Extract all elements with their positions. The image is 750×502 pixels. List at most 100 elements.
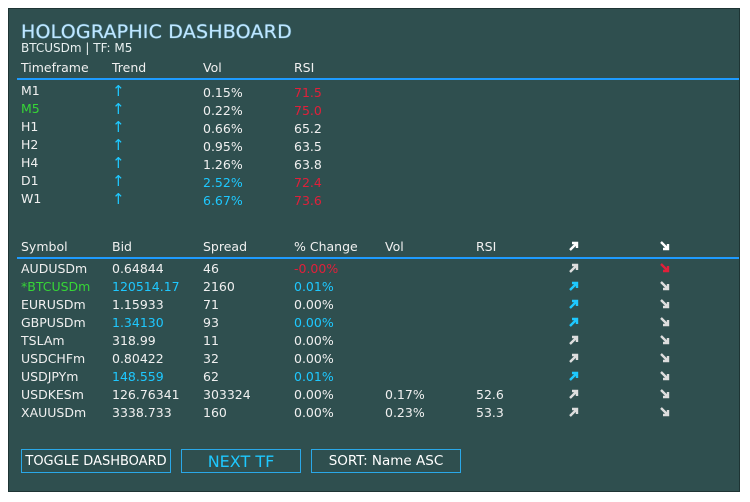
- tf-vol: 0.66%: [203, 121, 243, 136]
- symbol-name: USDCHFm: [21, 351, 86, 366]
- spread-value: 71: [203, 297, 219, 312]
- arrow-down-right-icon: [660, 389, 670, 399]
- arrow-up-right-icon: [569, 389, 579, 399]
- symbol-name: USDJPYm: [21, 369, 79, 384]
- toggle-dashboard-button[interactable]: TOGGLE DASHBOARD: [21, 449, 171, 473]
- next-tf-button[interactable]: NEXT TF: [181, 449, 301, 473]
- tf-rsi: 73.6: [294, 193, 322, 208]
- change-value: 0.00%: [294, 351, 334, 366]
- arrow-up-right-icon: [569, 241, 579, 251]
- tf-vol: 6.67%: [203, 193, 243, 208]
- header-trend: Trend: [112, 60, 147, 75]
- arrow-down-right-icon: [660, 281, 670, 291]
- trend-up-icon: ↑: [112, 100, 125, 118]
- trend-up-icon: ↑: [112, 190, 125, 208]
- header-timeframe: Timeframe: [21, 60, 89, 75]
- tf-vol: 2.52%: [203, 175, 243, 190]
- tf-label: H4: [21, 155, 39, 170]
- symbol-name: EURUSDm: [21, 297, 86, 312]
- arrow-down-right-icon: [660, 407, 670, 417]
- arrow-down-right-icon: [660, 335, 670, 345]
- arrow-up-right-icon: [569, 299, 579, 309]
- arrow-up-right-icon: [569, 281, 579, 291]
- spread-value: 93: [203, 315, 219, 330]
- change-value: 0.00%: [294, 315, 334, 330]
- bid-value: 126.76341: [112, 387, 180, 402]
- tf-rsi: 71.5: [294, 85, 322, 100]
- header-vol: Vol: [385, 239, 404, 254]
- header-rsi: RSI: [294, 60, 315, 75]
- spread-value: 160: [203, 405, 227, 420]
- change-value: 0.00%: [294, 387, 334, 402]
- symbol-name: USDKESm: [21, 387, 84, 402]
- tf-rsi: 65.2: [294, 121, 322, 136]
- tf-label: D1: [21, 173, 39, 188]
- header-rsi: RSI: [476, 239, 497, 254]
- dashboard-subtitle: BTCUSDm | TF: M5: [21, 41, 133, 55]
- spread-value: 2160: [203, 279, 235, 294]
- spread-value: 11: [203, 333, 219, 348]
- arrow-up-right-icon: [569, 317, 579, 327]
- dashboard-panel: HOLOGRAPHIC DASHBOARD BTCUSDm | TF: M5 T…: [8, 8, 740, 492]
- bid-value: 318.99: [112, 333, 156, 348]
- change-value: 0.01%: [294, 369, 334, 384]
- trend-up-icon: ↑: [112, 82, 125, 100]
- change-value: 0.01%: [294, 279, 334, 294]
- tf-label: W1: [21, 191, 42, 206]
- tf-label: M5: [21, 101, 40, 116]
- arrow-down-right-icon: [660, 371, 670, 381]
- trend-up-icon: ↑: [112, 136, 125, 154]
- spread-value: 303324: [203, 387, 251, 402]
- rsi-value: 53.3: [476, 405, 504, 420]
- change-value: -0.00%: [294, 261, 339, 276]
- tf-vol: 1.26%: [203, 157, 243, 172]
- symbol-name: GBPUSDm: [21, 315, 86, 330]
- arrow-down-right-icon: [660, 299, 670, 309]
- bid-value: 0.64844: [112, 261, 164, 276]
- header-symbol: Symbol: [21, 239, 68, 254]
- tf-rsi: 63.8: [294, 157, 322, 172]
- tf-rsi: 63.5: [294, 139, 322, 154]
- bid-value: 1.34130: [112, 315, 164, 330]
- bid-value: 120514.17: [112, 279, 180, 294]
- arrow-up-right-icon: [569, 407, 579, 417]
- header-vol: Vol: [203, 60, 222, 75]
- header-bid: Bid: [112, 239, 132, 254]
- change-value: 0.00%: [294, 405, 334, 420]
- tf-vol: 0.22%: [203, 103, 243, 118]
- vol-value: 0.23%: [385, 405, 425, 420]
- bid-value: 3338.733: [112, 405, 172, 420]
- symbol-name: TSLAm: [21, 333, 65, 348]
- arrow-up-right-icon: [569, 371, 579, 381]
- arrow-down-right-icon: [660, 263, 670, 273]
- sort-button[interactable]: SORT: Name ASC: [311, 449, 461, 473]
- symbol-name: XAUUSDm: [21, 405, 87, 420]
- arrow-down-right-icon: [660, 241, 670, 251]
- trend-up-icon: ↑: [112, 172, 125, 190]
- tf-label: H1: [21, 119, 39, 134]
- header-change: % Change: [294, 239, 358, 254]
- rsi-value: 52.6: [476, 387, 504, 402]
- spread-value: 32: [203, 351, 219, 366]
- tf-rsi: 72.4: [294, 175, 322, 190]
- arrow-down-right-icon: [660, 317, 670, 327]
- tf-label: M1: [21, 83, 40, 98]
- change-value: 0.00%: [294, 333, 334, 348]
- dashboard-title: HOLOGRAPHIC DASHBOARD: [21, 21, 292, 43]
- arrow-up-right-icon: [569, 353, 579, 363]
- vol-value: 0.17%: [385, 387, 425, 402]
- symbol-name: *BTCUSDm: [21, 279, 91, 294]
- symbol-name: AUDUSDm: [21, 261, 88, 276]
- trend-up-icon: ↑: [112, 118, 125, 136]
- change-value: 0.00%: [294, 297, 334, 312]
- tf-rsi: 75.0: [294, 103, 322, 118]
- bid-value: 1.15933: [112, 297, 164, 312]
- tf-vol: 0.15%: [203, 85, 243, 100]
- arrow-up-right-icon: [569, 263, 579, 273]
- trend-up-icon: ↑: [112, 154, 125, 172]
- tf-label: H2: [21, 137, 39, 152]
- tf-vol: 0.95%: [203, 139, 243, 154]
- header-spread: Spread: [203, 239, 248, 254]
- spread-value: 46: [203, 261, 219, 276]
- bid-value: 148.559: [112, 369, 164, 384]
